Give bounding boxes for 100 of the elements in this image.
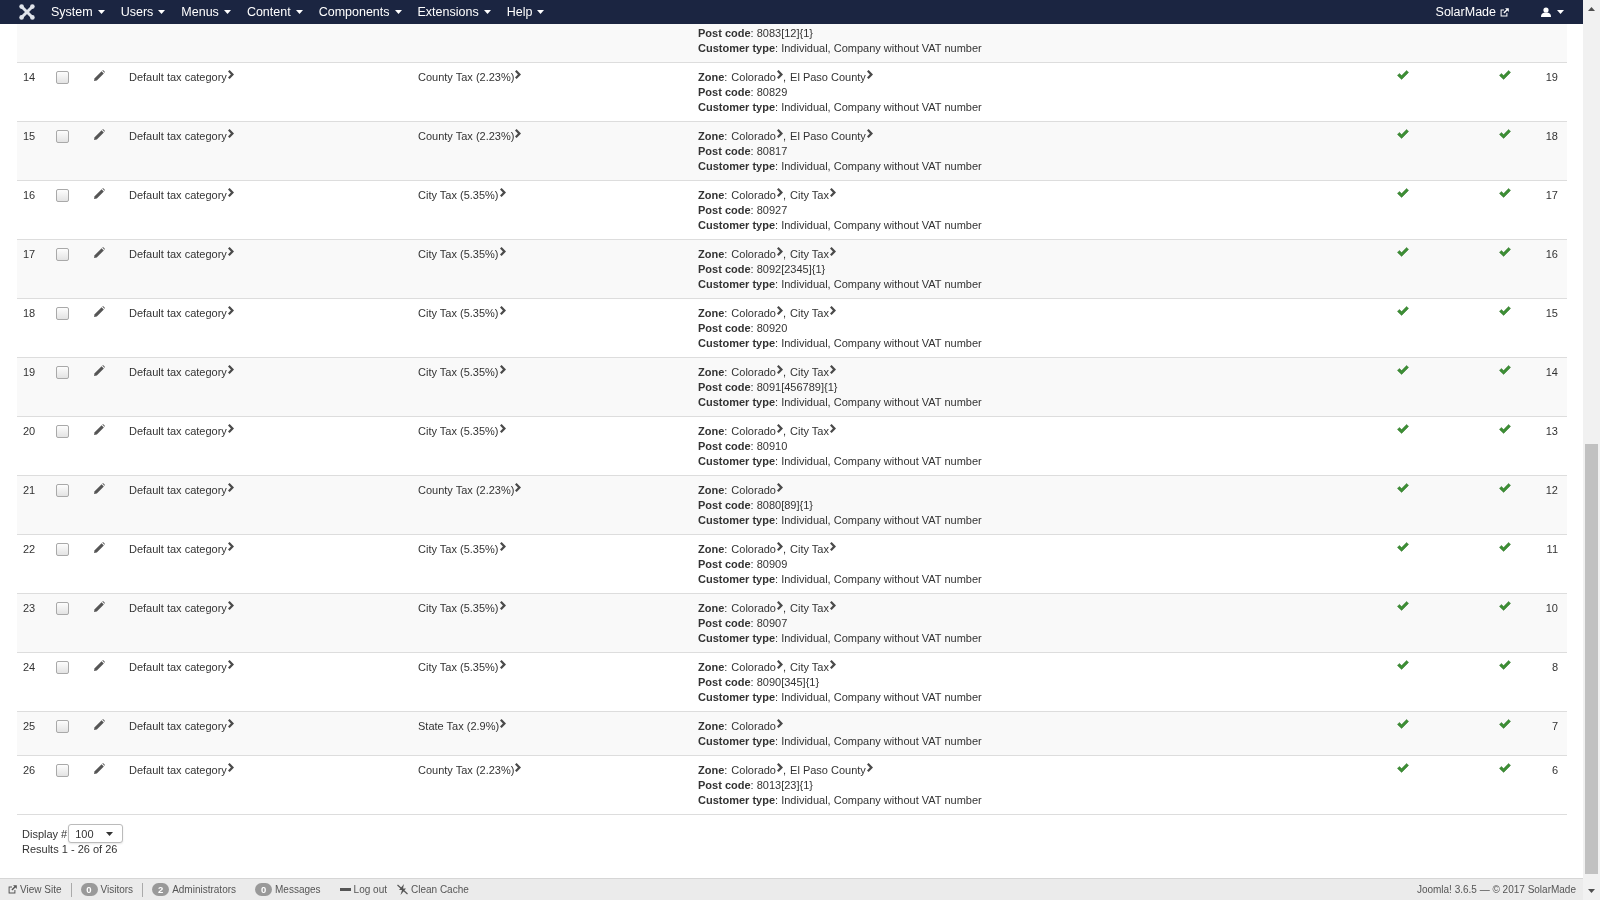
chevron-right-icon[interactable] bbox=[777, 129, 783, 138]
row-checkbox[interactable] bbox=[56, 661, 69, 674]
row-checkbox[interactable] bbox=[56, 366, 69, 379]
chevron-right-icon[interactable] bbox=[227, 306, 234, 315]
log-out-link[interactable]: Log out bbox=[353, 884, 387, 895]
scrollbar-thumb[interactable] bbox=[1585, 444, 1598, 874]
zone-name: Colorado bbox=[731, 602, 776, 614]
pencil-icon[interactable] bbox=[94, 129, 105, 140]
chevron-right-icon[interactable] bbox=[227, 719, 234, 728]
chevron-right-icon[interactable] bbox=[499, 660, 506, 669]
menu-item[interactable]: Menus bbox=[173, 0, 239, 24]
row-checkbox[interactable] bbox=[56, 130, 69, 143]
chevron-right-icon[interactable] bbox=[499, 365, 506, 374]
caret-icon bbox=[106, 831, 114, 836]
chevron-right-icon[interactable] bbox=[777, 483, 783, 492]
chevron-right-icon[interactable] bbox=[227, 542, 234, 551]
scrollbar[interactable] bbox=[1583, 0, 1600, 900]
menu-item[interactable]: Components bbox=[310, 0, 410, 24]
pencil-icon[interactable] bbox=[94, 601, 105, 612]
pencil-icon[interactable] bbox=[94, 542, 105, 553]
chevron-right-icon[interactable] bbox=[227, 188, 234, 197]
row-checkbox[interactable] bbox=[56, 71, 69, 84]
pencil-icon[interactable] bbox=[94, 660, 105, 671]
chevron-right-icon[interactable] bbox=[499, 247, 506, 256]
chevron-right-icon[interactable] bbox=[866, 70, 873, 79]
chevron-right-icon[interactable] bbox=[227, 70, 234, 79]
chevron-right-icon[interactable] bbox=[515, 483, 522, 492]
row-checkbox[interactable] bbox=[56, 602, 69, 615]
chevron-right-icon[interactable] bbox=[829, 601, 836, 610]
pencil-icon[interactable] bbox=[94, 483, 105, 494]
row-checkbox[interactable] bbox=[56, 484, 69, 497]
row-checkbox[interactable] bbox=[56, 307, 69, 320]
post-code-text: Post code: 8091[456789]{1} bbox=[698, 381, 838, 393]
menu-item[interactable]: System bbox=[43, 0, 113, 24]
chevron-right-icon[interactable] bbox=[227, 763, 234, 772]
chevron-right-icon[interactable] bbox=[777, 601, 783, 610]
pencil-icon[interactable] bbox=[94, 719, 105, 730]
chevron-right-icon[interactable] bbox=[515, 763, 522, 772]
pencil-icon[interactable] bbox=[94, 763, 105, 774]
chevron-right-icon[interactable] bbox=[829, 365, 836, 374]
chevron-right-icon[interactable] bbox=[777, 763, 783, 772]
clean-cache-link[interactable]: Clean Cache bbox=[411, 884, 469, 895]
menu-item[interactable]: Extensions bbox=[409, 0, 499, 24]
caret-down-icon[interactable] bbox=[1588, 889, 1595, 893]
chevron-right-icon[interactable] bbox=[829, 660, 836, 669]
chevron-right-icon[interactable] bbox=[829, 306, 836, 315]
caret-up-icon[interactable] bbox=[1588, 7, 1595, 11]
site-link[interactable]: SolarMade bbox=[1435, 5, 1509, 19]
chevron-right-icon[interactable] bbox=[500, 719, 507, 728]
chevron-right-icon[interactable] bbox=[499, 542, 506, 551]
menu-item[interactable]: Users bbox=[112, 0, 174, 24]
row-checkbox[interactable] bbox=[56, 248, 69, 261]
chevron-right-icon[interactable] bbox=[866, 763, 873, 772]
tax-category-name: Default tax category bbox=[129, 661, 227, 673]
chevron-right-icon[interactable] bbox=[777, 70, 783, 79]
menu-item[interactable]: Content bbox=[238, 0, 311, 24]
chevron-right-icon[interactable] bbox=[499, 424, 506, 433]
pencil-icon[interactable] bbox=[94, 424, 105, 435]
menu-item[interactable]: Help bbox=[498, 0, 553, 24]
display-count-select[interactable]: 100 bbox=[68, 824, 124, 843]
chevron-right-icon[interactable] bbox=[499, 306, 506, 315]
chevron-right-icon[interactable] bbox=[227, 601, 234, 610]
user-menu-button[interactable] bbox=[1539, 7, 1566, 17]
post-code-text: Post code: 80829 bbox=[698, 86, 788, 98]
chevron-right-icon[interactable] bbox=[777, 365, 783, 374]
chevron-right-icon[interactable] bbox=[777, 247, 783, 256]
pencil-icon[interactable] bbox=[94, 365, 105, 376]
chevron-right-icon[interactable] bbox=[515, 129, 522, 138]
logo-icon[interactable] bbox=[19, 4, 35, 20]
chevron-right-icon[interactable] bbox=[829, 247, 836, 256]
chevron-right-icon[interactable] bbox=[829, 424, 836, 433]
chevron-right-icon[interactable] bbox=[227, 424, 234, 433]
results-text: Results 1 - 26 of 26 bbox=[22, 843, 118, 856]
chevron-right-icon[interactable] bbox=[499, 601, 506, 610]
chevron-right-icon[interactable] bbox=[227, 247, 234, 256]
pencil-icon[interactable] bbox=[94, 247, 105, 258]
chevron-right-icon[interactable] bbox=[227, 129, 234, 138]
row-checkbox[interactable] bbox=[56, 764, 69, 777]
chevron-right-icon[interactable] bbox=[866, 129, 873, 138]
row-checkbox[interactable] bbox=[56, 720, 69, 733]
chevron-right-icon[interactable] bbox=[515, 70, 522, 79]
row-checkbox[interactable] bbox=[56, 189, 69, 202]
pencil-icon[interactable] bbox=[94, 70, 105, 81]
chevron-right-icon[interactable] bbox=[777, 660, 783, 669]
chevron-right-icon[interactable] bbox=[227, 660, 234, 669]
chevron-right-icon[interactable] bbox=[227, 365, 234, 374]
row-checkbox[interactable] bbox=[56, 543, 69, 556]
pencil-icon[interactable] bbox=[94, 188, 105, 199]
row-checkbox[interactable] bbox=[56, 425, 69, 438]
pencil-icon[interactable] bbox=[94, 306, 105, 317]
chevron-right-icon[interactable] bbox=[829, 542, 836, 551]
chevron-right-icon[interactable] bbox=[777, 306, 783, 315]
chevron-right-icon[interactable] bbox=[829, 188, 836, 197]
chevron-right-icon[interactable] bbox=[227, 483, 234, 492]
chevron-right-icon[interactable] bbox=[777, 719, 783, 728]
view-site-link[interactable]: View Site bbox=[20, 884, 62, 895]
chevron-right-icon[interactable] bbox=[777, 542, 783, 551]
chevron-right-icon[interactable] bbox=[777, 424, 783, 433]
chevron-right-icon[interactable] bbox=[777, 188, 783, 197]
chevron-right-icon[interactable] bbox=[499, 188, 506, 197]
